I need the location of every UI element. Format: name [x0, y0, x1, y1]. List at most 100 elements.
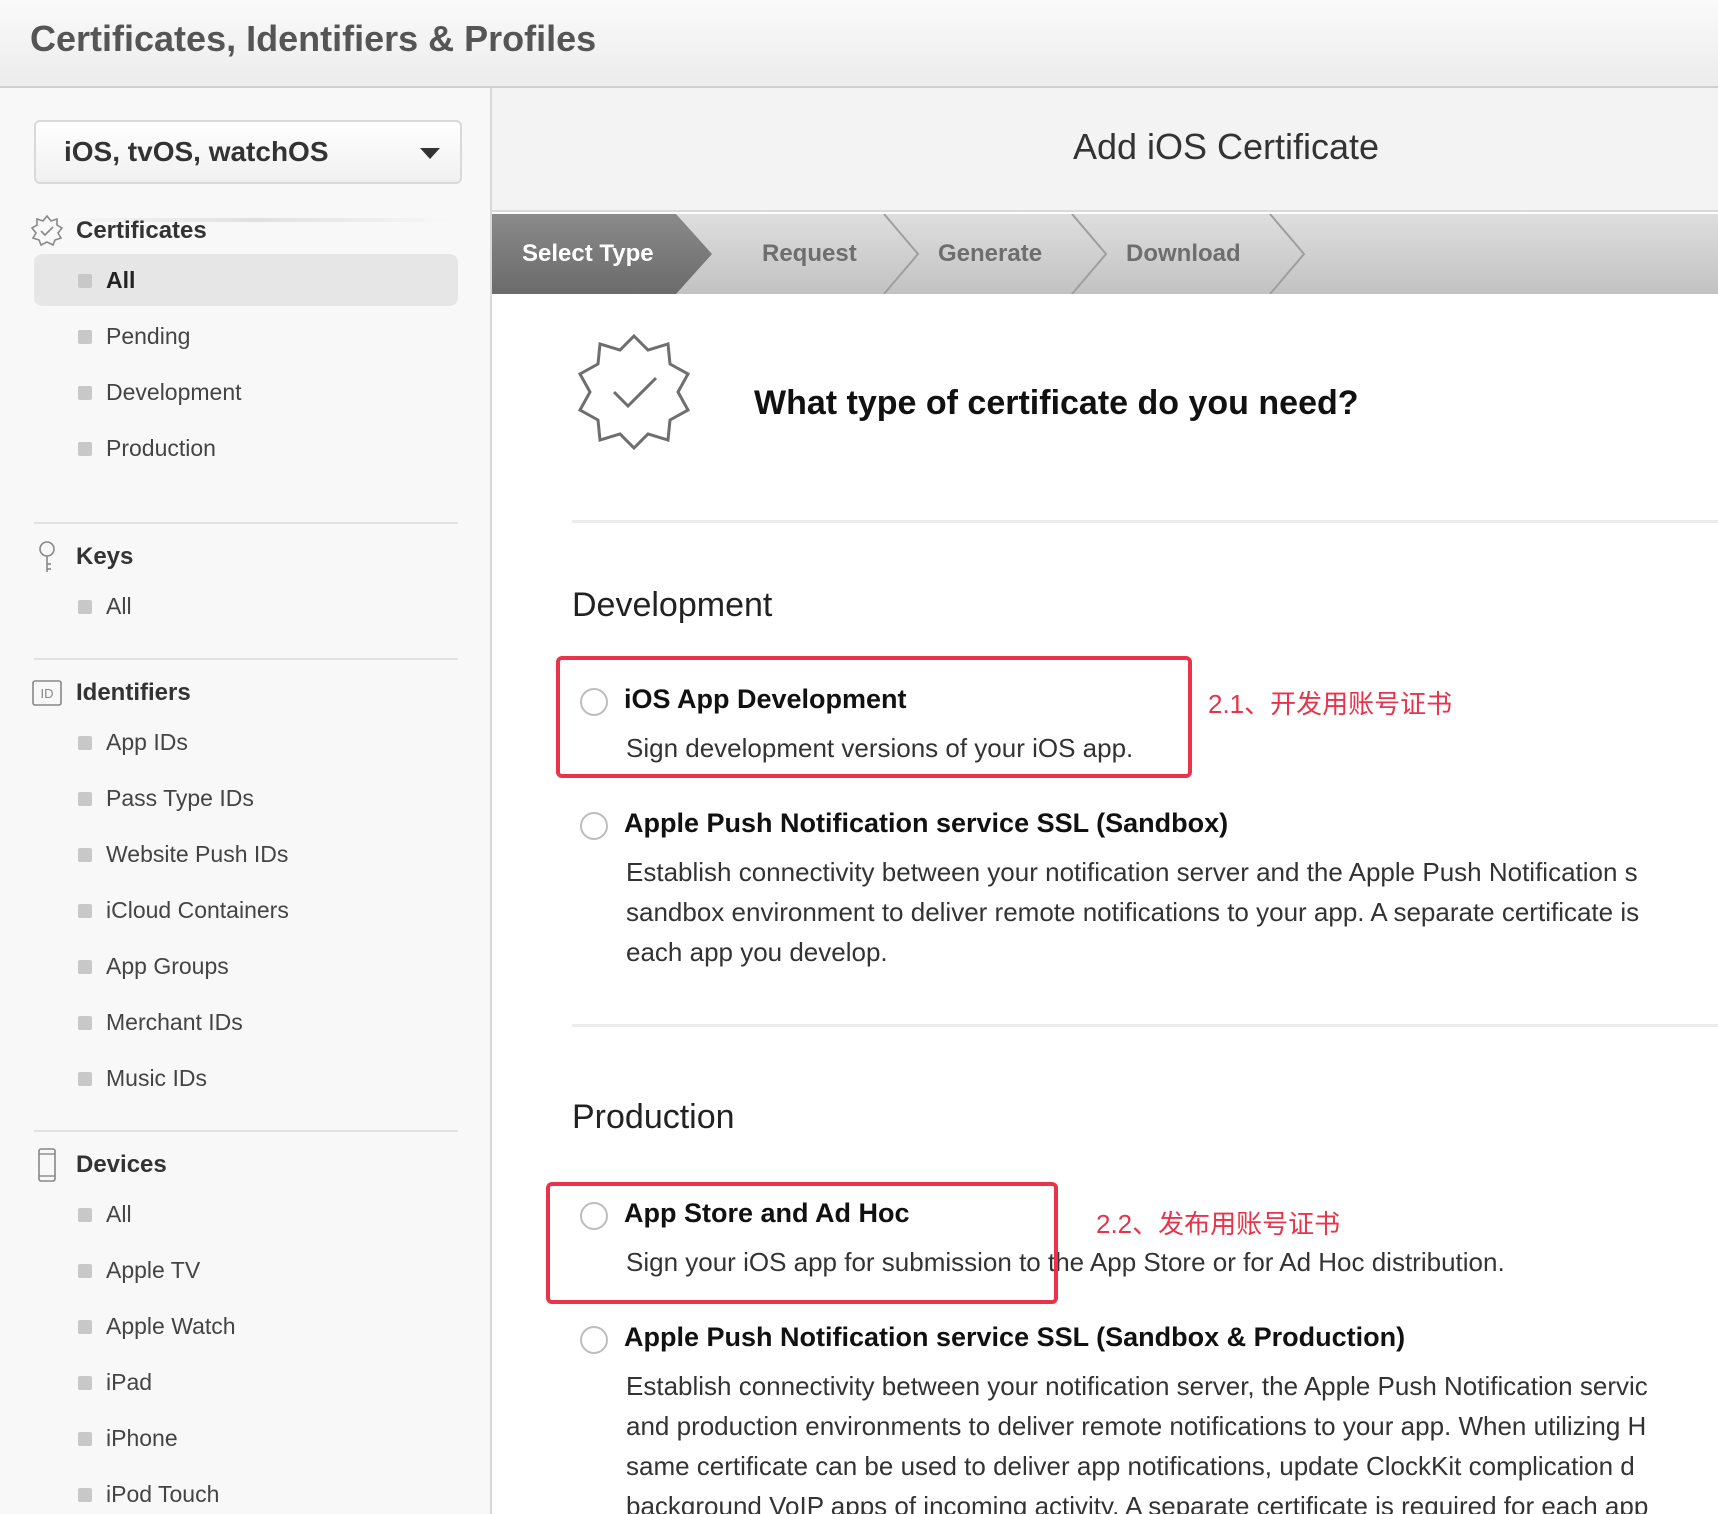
annotation-prod: 2.2、发布用账号证书 [1096, 1209, 1341, 1239]
step-progress-bar: Select Type Request Generate Download [492, 214, 1718, 294]
step-select-type: Select Type [522, 240, 654, 267]
bullet-icon [78, 442, 92, 456]
sidebar-item-label: iPhone [106, 1425, 178, 1451]
sidebar-section-title: Devices [76, 1151, 167, 1178]
bullet-icon [78, 792, 92, 806]
sidebar-item-ipod-touch[interactable]: iPod Touch [34, 1468, 458, 1514]
sidebar-item-certificates-all[interactable]: All [34, 254, 458, 306]
development-heading: Development [572, 586, 773, 624]
option-description: Establish connectivity between your noti… [626, 857, 1640, 967]
id-icon: ID [32, 680, 62, 706]
sidebar-item-label: All [106, 593, 132, 619]
sidebar-item-keys-all[interactable]: All [34, 580, 458, 632]
sidebar-item-app-groups[interactable]: App Groups [34, 940, 458, 992]
sidebar-item-label: Pending [106, 323, 191, 349]
sidebar-section-title: Keys [76, 543, 134, 570]
sidebar-item-apple-tv[interactable]: Apple TV [34, 1244, 458, 1296]
bullet-icon [78, 386, 92, 400]
sidebar-section-title: Identifiers [76, 679, 191, 706]
sidebar-item-label: App Groups [106, 953, 229, 979]
sidebar-item-icloud-containers[interactable]: iCloud Containers [34, 884, 458, 936]
option-title: Apple Push Notification service SSL (San… [624, 808, 1229, 838]
sidebar-item-label: App IDs [106, 729, 188, 755]
sidebar-item-label: Production [106, 435, 216, 461]
option-apns-sandbox[interactable]: Apple Push Notification service SSL (San… [580, 808, 1718, 968]
sidebar: iOS, tvOS, watchOS Certificates All Pend… [0, 88, 492, 1514]
bullet-icon [78, 1320, 92, 1334]
sidebar-item-label: Development [106, 379, 242, 405]
bullet-icon [78, 1208, 92, 1222]
main-title: Add iOS Certificate [1072, 126, 1380, 167]
bullet-icon [78, 904, 92, 918]
divider [34, 1130, 458, 1132]
sidebar-item-devices-all[interactable]: All [34, 1188, 458, 1240]
chevron-right-icon [1269, 214, 1306, 294]
page-header: Certificates, Identifiers & Profiles [0, 0, 1718, 88]
production-heading: Production [572, 1098, 735, 1136]
sidebar-item-apple-watch[interactable]: Apple Watch [34, 1300, 458, 1352]
sidebar-item-label: All [106, 267, 136, 293]
bullet-icon [78, 960, 92, 974]
sidebar-item-iphone[interactable]: iPhone [34, 1412, 458, 1464]
sidebar-item-label: Apple Watch [106, 1313, 236, 1339]
radio-button[interactable] [580, 812, 608, 840]
annotation-highlight-box [546, 1182, 1058, 1304]
sidebar-item-label: iCloud Containers [106, 897, 289, 923]
main-header: Add iOS Certificate [492, 88, 1718, 212]
bullet-icon [78, 1264, 92, 1278]
sidebar-item-ipad[interactable]: iPad [34, 1356, 458, 1408]
sidebar-item-certificates-pending[interactable]: Pending [34, 310, 458, 362]
bullet-icon [78, 848, 92, 862]
sidebar-section-identifiers: ID Identifiers [30, 674, 470, 714]
sidebar-item-merchant-ids[interactable]: Merchant IDs [34, 996, 458, 1048]
sidebar-item-app-ids[interactable]: App IDs [34, 716, 458, 768]
sidebar-item-label: Merchant IDs [106, 1009, 243, 1035]
page-title: Certificates, Identifiers & Profiles [30, 18, 597, 59]
sidebar-item-label: Apple TV [106, 1257, 201, 1283]
certificate-badge-icon [30, 214, 64, 247]
sidebar-item-label: Website Push IDs [106, 841, 289, 867]
step-generate: Generate [938, 240, 1043, 267]
bullet-icon [78, 1376, 92, 1390]
chevron-right-icon [1071, 214, 1108, 294]
bullet-icon [78, 736, 92, 750]
divider [572, 1024, 1718, 1027]
radio-button[interactable] [580, 1326, 608, 1354]
device-icon [38, 1148, 56, 1182]
sidebar-item-label: Music IDs [106, 1065, 207, 1091]
sidebar-section-devices: Devices [30, 1146, 470, 1186]
step-download: Download [1126, 240, 1241, 267]
platform-select[interactable]: iOS, tvOS, watchOS [34, 120, 462, 184]
bullet-icon [78, 330, 92, 344]
sidebar-section-certificates: Certificates [30, 212, 470, 252]
sidebar-item-certificates-production[interactable]: Production [34, 422, 458, 474]
sidebar-item-certificates-development[interactable]: Development [34, 366, 458, 418]
bullet-icon [78, 1488, 92, 1502]
divider [572, 520, 1718, 523]
bullet-icon [78, 1016, 92, 1030]
sidebar-item-label: iPod Touch [106, 1481, 220, 1507]
main-content: Add iOS Certificate Select Type Request … [492, 88, 1718, 1514]
divider [34, 522, 458, 524]
sidebar-item-label: iPad [106, 1369, 153, 1395]
bullet-icon [78, 1432, 92, 1446]
sidebar-item-pass-type-ids[interactable]: Pass Type IDs [34, 772, 458, 824]
annotation-highlight-box [556, 656, 1192, 778]
option-description: Establish connectivity between your noti… [626, 1371, 1649, 1514]
bullet-icon [78, 600, 92, 614]
svg-text:ID: ID [41, 686, 54, 701]
bullet-icon [78, 1072, 92, 1086]
certificate-badge-icon [577, 333, 691, 451]
sidebar-section-title: Certificates [76, 217, 207, 244]
annotation-dev: 2.1、开发用账号证书 [1208, 689, 1453, 719]
sidebar-item-website-push-ids[interactable]: Website Push IDs [34, 828, 458, 880]
chevron-down-icon [420, 148, 440, 159]
sidebar-item-music-ids[interactable]: Music IDs [34, 1052, 458, 1104]
step-request: Request [762, 240, 857, 267]
key-icon [39, 541, 55, 572]
bullet-icon [78, 274, 92, 288]
question-heading: What type of certificate do you need? [754, 384, 1359, 422]
divider [34, 658, 458, 660]
platform-select-value: iOS, tvOS, watchOS [64, 136, 329, 167]
option-apns-sandbox-production[interactable]: Apple Push Notification service SSL (San… [580, 1322, 1718, 1514]
